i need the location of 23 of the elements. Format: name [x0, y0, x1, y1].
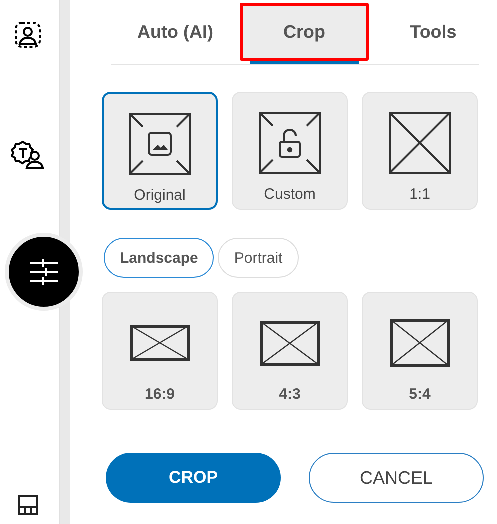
layout-icon — [18, 495, 38, 515]
badge-person-icon — [11, 140, 45, 170]
tab[interactable]: Auto (AI) — [111, 0, 240, 64]
image-frame-icon — [129, 113, 191, 175]
orientation-chip[interactable]: Landscape — [104, 238, 214, 278]
preset-tile[interactable]: 4:3 — [232, 292, 348, 410]
preset-tile[interactable]: 1:1 — [362, 92, 478, 210]
square-frame-icon — [389, 112, 451, 174]
sliders-icon — [29, 259, 59, 285]
preset-tile[interactable]: 5:4 — [362, 292, 478, 410]
lock-frame-icon — [259, 112, 321, 174]
cancel-button[interactable]: CANCEL — [309, 453, 484, 503]
portrait-icon — [14, 21, 42, 49]
preset-tile[interactable]: Custom — [232, 92, 348, 210]
preset-tile[interactable]: 16:9 — [102, 292, 218, 410]
wide-frame-icon — [130, 325, 190, 361]
standard-frame-icon — [260, 320, 320, 366]
preset-tile[interactable]: Original — [102, 92, 218, 210]
tab[interactable]: Tools — [369, 0, 497, 64]
tab[interactable]: Crop — [240, 0, 369, 64]
crop-button[interactable]: CROP — [106, 453, 281, 503]
orientation-chip[interactable]: Portrait — [218, 238, 299, 278]
near-square-frame-icon — [390, 319, 450, 367]
